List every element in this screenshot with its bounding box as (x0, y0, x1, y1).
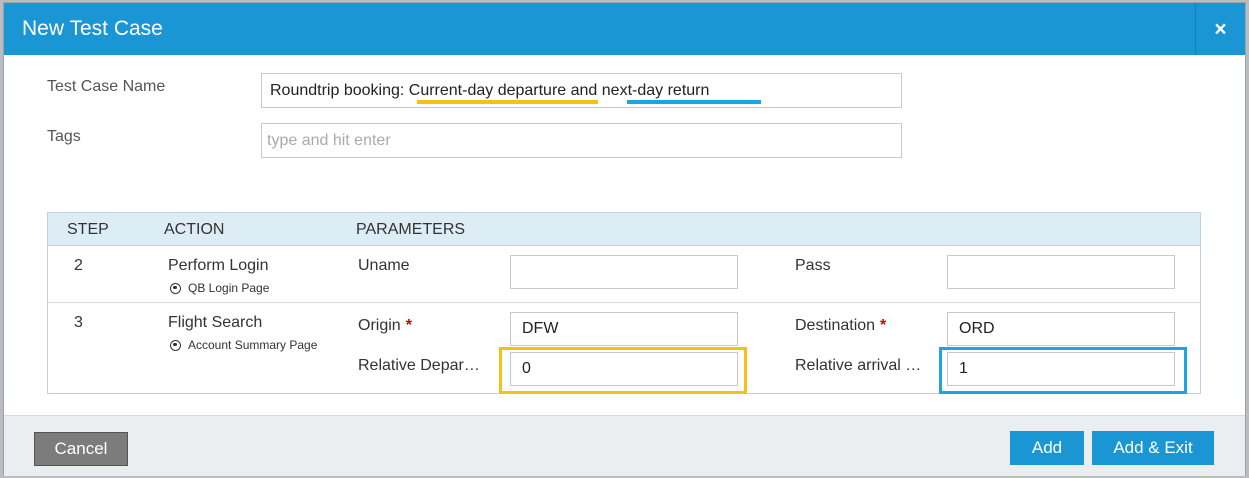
name-text-part3: and (566, 81, 602, 99)
step-number: 2 (74, 257, 83, 274)
dialog-footer: Cancel Add Add & Exit (4, 415, 1245, 476)
departure-underline (417, 100, 598, 104)
table-header: STEP ACTION PARAMETERS (48, 213, 1200, 246)
action-name[interactable]: Perform Login (168, 257, 269, 275)
param-pass-label: Pass (795, 257, 831, 274)
param-relative-departure-label: Relative Depar… (358, 357, 480, 374)
required-marker: * (405, 317, 412, 334)
close-button[interactable]: × (1195, 3, 1245, 55)
param-origin-input[interactable]: DFW (510, 312, 738, 346)
name-text-return: next-day return (601, 81, 710, 99)
dialog-title: New Test Case (22, 17, 163, 40)
add-button[interactable]: Add (1010, 431, 1084, 465)
param-pass-input[interactable] (947, 255, 1175, 289)
param-destination-label: Destination * (795, 317, 886, 335)
param-relative-departure-input[interactable]: 0 (510, 352, 738, 386)
param-uname-label: Uname (358, 257, 410, 274)
tags-placeholder: type and hit enter (267, 131, 391, 149)
tags-input[interactable]: type and hit enter (261, 123, 902, 158)
header-action: ACTION (164, 221, 225, 238)
name-text-part1: Roundtrip booking: (270, 81, 409, 99)
header-parameters: PARAMETERS (356, 221, 466, 238)
param-origin-label: Origin * (358, 317, 412, 335)
target-icon (170, 282, 181, 294)
close-icon: × (1214, 17, 1227, 41)
page-name: Account Summary Page (188, 338, 318, 352)
header-step: STEP (67, 221, 109, 238)
param-relative-arrival-input[interactable]: 1 (947, 352, 1175, 386)
dialog-titlebar: New Test Case × (4, 3, 1245, 55)
steps-table: STEP ACTION PARAMETERS 2 Perform Login Q… (47, 212, 1201, 394)
new-test-case-dialog: New Test Case × Test Case Name Roundtrip… (3, 2, 1246, 476)
page-name: QB Login Page (188, 281, 270, 295)
page-link[interactable]: QB Login Page (170, 281, 269, 295)
param-destination-text: Destination (795, 317, 876, 334)
required-marker: * (880, 317, 887, 334)
param-destination-input[interactable]: ORD (947, 312, 1175, 346)
action-name[interactable]: Flight Search (168, 314, 262, 332)
row-divider (48, 302, 1200, 303)
step-number: 3 (74, 314, 83, 331)
return-underline (627, 100, 761, 104)
param-relative-arrival-label: Relative arrival … (795, 357, 922, 374)
page-link[interactable]: Account Summary Page (170, 338, 317, 352)
name-text-departure: Current-day departure (408, 81, 567, 99)
param-uname-input[interactable] (510, 255, 738, 289)
target-icon (170, 339, 181, 351)
tags-label: Tags (47, 128, 81, 145)
param-origin-text: Origin (358, 317, 401, 334)
test-case-name-label: Test Case Name (47, 78, 166, 95)
add-and-exit-button[interactable]: Add & Exit (1092, 431, 1214, 465)
cancel-button[interactable]: Cancel (34, 432, 128, 466)
